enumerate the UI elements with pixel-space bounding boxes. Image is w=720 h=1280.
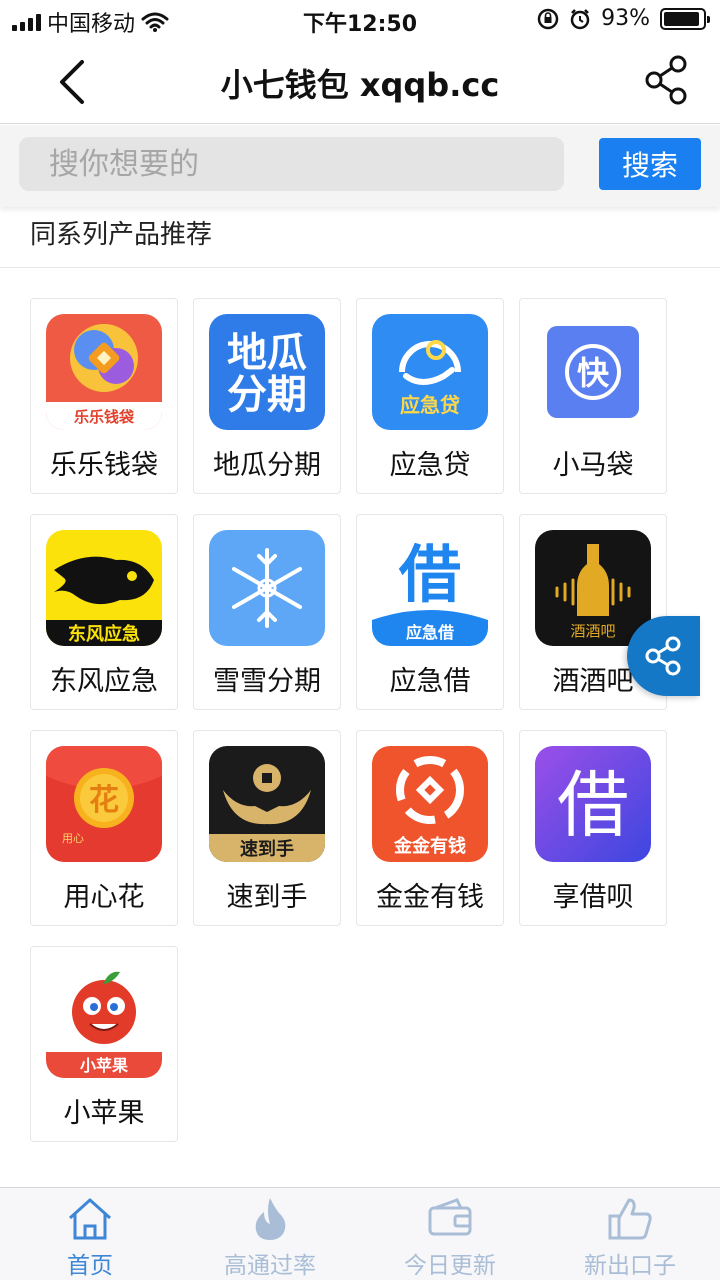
- app-card[interactable]: 花 用心 用心花: [30, 730, 178, 926]
- svg-text:借: 借: [398, 538, 461, 611]
- svg-text:应急借: 应急借: [406, 623, 454, 642]
- app-name: 地瓜分期: [213, 450, 321, 481]
- orientation-lock-icon: [537, 8, 559, 29]
- snowflake-icon: [209, 530, 325, 646]
- share-icon: [645, 55, 687, 105]
- app-name: 享借呗: [552, 882, 634, 913]
- floating-share-button[interactable]: [627, 616, 700, 696]
- app-name: 应急贷: [389, 450, 471, 481]
- app-card[interactable]: 速到手 速到手: [193, 730, 341, 926]
- svg-text:速到手: 速到手: [240, 838, 294, 860]
- svg-text:地瓜: 地瓜: [227, 330, 307, 376]
- app-card[interactable]: 借 享借呗: [519, 730, 667, 926]
- app-card[interactable]: 东风应急 东风应急: [30, 514, 178, 710]
- battery-icon: [660, 7, 710, 30]
- app-card[interactable]: 快 小马袋: [519, 298, 667, 494]
- svg-text:小苹果: 小苹果: [80, 1056, 128, 1075]
- page-title: 小七钱包 xqqb.cc: [220, 66, 500, 104]
- tab-updated-today[interactable]: 今日更新: [360, 1188, 540, 1280]
- thumbs-up-icon: [608, 1198, 652, 1240]
- wine-bottle-icon: 酒酒吧: [535, 530, 651, 646]
- gold-coin-swirl-icon: 金金有钱: [372, 746, 488, 862]
- search-input[interactable]: [19, 137, 564, 191]
- app-name: 雪雪分期: [213, 666, 321, 697]
- tab-label: 首页: [67, 1253, 113, 1279]
- home-icon: [68, 1198, 112, 1240]
- app-name: 小苹果: [63, 1098, 145, 1129]
- svg-text:分期: 分期: [227, 372, 307, 418]
- status-bar: 中国移动 下午12:50 93%: [0, 0, 720, 40]
- tab-high-pass-rate[interactable]: 高通过率: [180, 1188, 360, 1280]
- tab-home[interactable]: 首页: [0, 1188, 180, 1280]
- svg-text:快: 快: [577, 354, 610, 392]
- app-card[interactable]: 乐乐钱袋 乐乐钱袋: [30, 298, 178, 494]
- emergency-loan-icon: 应急贷: [372, 314, 488, 430]
- search-bar: 搜索: [0, 125, 720, 207]
- app-name: 乐乐钱袋: [50, 450, 158, 481]
- svg-text:花: 花: [89, 783, 119, 818]
- apple-mascot-icon: 小苹果: [46, 962, 162, 1078]
- app-name: 小马袋: [552, 450, 634, 481]
- tab-label: 新出口子: [584, 1253, 676, 1279]
- emergency-borrow-icon: 借 应急借: [372, 530, 488, 646]
- app-card[interactable]: 应急贷 应急贷: [356, 298, 504, 494]
- svg-text:东风应急: 东风应急: [68, 623, 140, 645]
- lele-wallet-icon: 乐乐钱袋: [46, 314, 162, 430]
- app-name: 用心花: [63, 882, 145, 913]
- app-card[interactable]: 金金有钱 金金有钱: [356, 730, 504, 926]
- svg-text:应急贷: 应急贷: [400, 393, 460, 417]
- bottom-tab-bar: 首页 高通过率 今日更新 新出口子: [0, 1187, 720, 1280]
- section-divider: [0, 267, 720, 268]
- app-name: 速到手: [226, 882, 308, 913]
- nav-bar: 小七钱包 xqqb.cc: [0, 40, 720, 124]
- app-card[interactable]: 雪雪分期: [193, 514, 341, 710]
- app-name: 东风应急: [50, 666, 158, 697]
- digua-installment-icon: 地瓜 分期: [209, 314, 325, 430]
- svg-text:用心: 用心: [62, 832, 84, 845]
- search-button[interactable]: 搜索: [599, 138, 701, 190]
- red-envelope-icon: 花 用心: [46, 746, 162, 862]
- tab-label: 今日更新: [404, 1253, 496, 1279]
- hands-coin-icon: 速到手: [209, 746, 325, 862]
- purple-borrow-icon: 借: [535, 746, 651, 862]
- svg-text:乐乐钱袋: 乐乐钱袋: [74, 408, 135, 426]
- share-button[interactable]: [642, 54, 690, 106]
- share-icon: [645, 636, 681, 676]
- status-right: 93%: [537, 6, 710, 31]
- app-card[interactable]: 借 应急借 应急借: [356, 514, 504, 710]
- app-card[interactable]: 小苹果 小苹果: [30, 946, 178, 1142]
- app-grid: 乐乐钱袋 乐乐钱袋 地瓜 分期 地瓜分期 应急贷 应急贷 快 小马袋 东风应急 …: [30, 298, 670, 1142]
- wallet-icon: [428, 1198, 472, 1236]
- svg-text:借: 借: [557, 763, 629, 847]
- tab-label: 高通过率: [224, 1253, 316, 1279]
- svg-text:金金有钱: 金金有钱: [393, 835, 466, 857]
- svg-text:酒酒吧: 酒酒吧: [570, 622, 615, 640]
- tab-new-channels[interactable]: 新出口子: [540, 1188, 720, 1280]
- section-title: 同系列产品推荐: [30, 220, 213, 250]
- battery-percent: 93%: [601, 6, 650, 31]
- alarm-icon: [570, 8, 590, 29]
- flame-icon: [255, 1198, 286, 1240]
- app-name: 应急借: [389, 666, 471, 697]
- dongfeng-emergency-icon: 东风应急: [46, 530, 162, 646]
- xiaoma-bag-icon: 快: [535, 314, 651, 430]
- app-name: 金金有钱: [376, 882, 484, 913]
- app-card[interactable]: 地瓜 分期 地瓜分期: [193, 298, 341, 494]
